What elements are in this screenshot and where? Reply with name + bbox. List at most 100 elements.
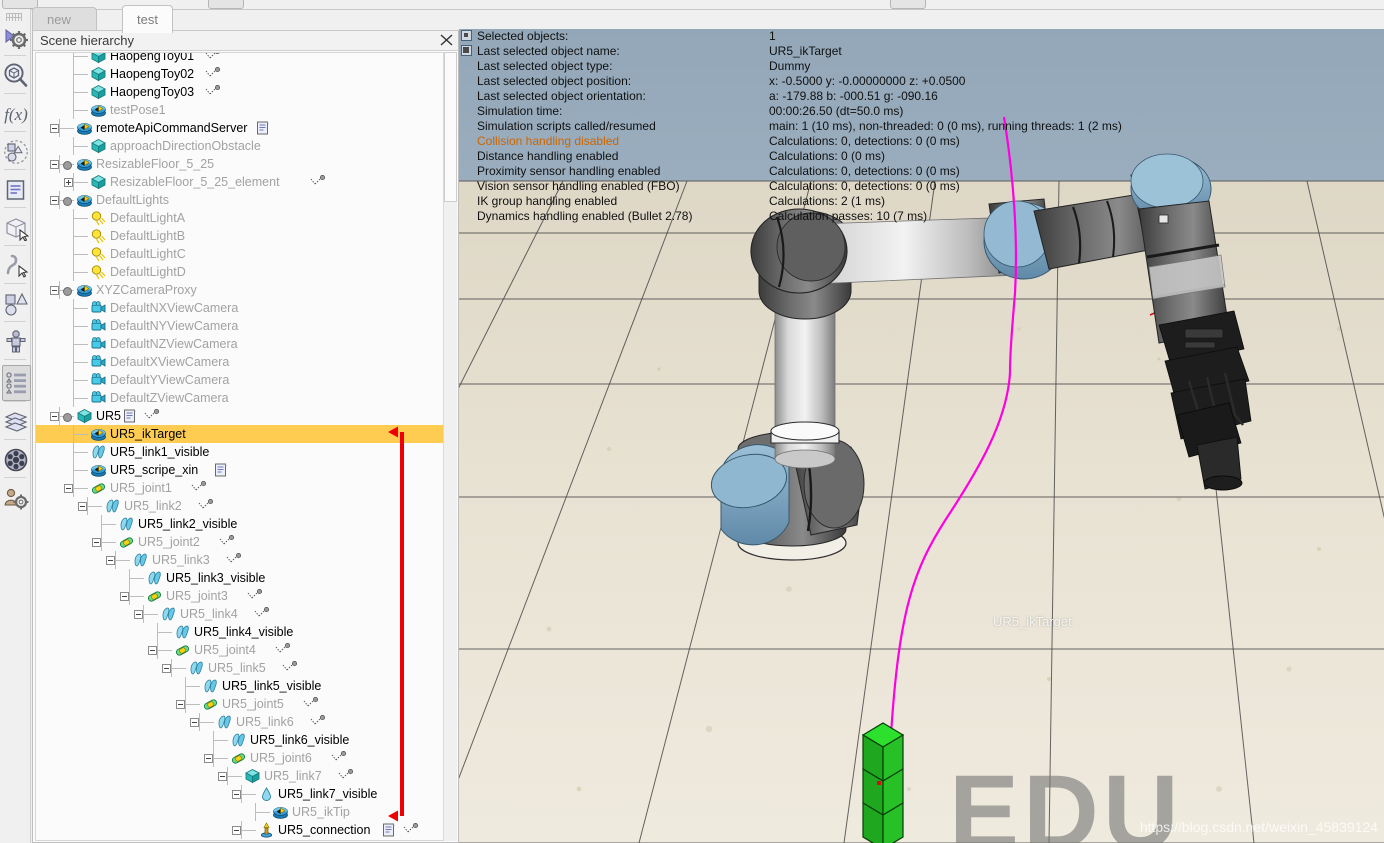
simulation-settings-icon[interactable] <box>2 21 29 55</box>
script-attached-icon[interactable] <box>256 121 270 135</box>
scene-hierarchy-tree-viewport[interactable]: HaopengToy01 HaopengToy02 HaopengToy03 test… <box>35 52 445 841</box>
script-attached-icon[interactable] <box>123 409 137 423</box>
expand-icon[interactable] <box>64 178 73 187</box>
hierarchy-row[interactable]: UR5_connection <box>36 821 444 839</box>
shape-edit-icon[interactable] <box>2 211 29 245</box>
tree-connector-line <box>129 596 144 597</box>
app-window: f(x) new test Scene hierarchy HaopengToy… <box>0 0 1384 843</box>
hierarchy-row[interactable]: UR5_link5_visible <box>36 677 444 695</box>
hierarchy-row[interactable]: DefaultYViewCamera <box>36 371 444 389</box>
hierarchy-row[interactable]: DefaultLightC <box>36 245 444 263</box>
hierarchy-row[interactable]: UR5_joint5 <box>36 695 444 713</box>
hierarchy-row[interactable]: UR5_scripe_xin <box>36 461 444 479</box>
collapse-icon[interactable] <box>92 538 101 547</box>
hierarchy-row[interactable]: UR5_joint4 <box>36 641 444 659</box>
hierarchy-row[interactable]: HaopengToy03 <box>36 83 444 101</box>
model-browser-icon[interactable] <box>2 325 29 359</box>
hierarchy-row[interactable]: HaopengToy01 <box>36 53 444 65</box>
collapse-icon[interactable] <box>232 826 241 835</box>
hierarchy-row[interactable]: ResizableFloor_5_25_element <box>36 173 444 191</box>
primitive-shapes-icon[interactable] <box>2 287 29 321</box>
collapse-icon[interactable] <box>176 700 185 709</box>
collapse-icon[interactable] <box>134 610 143 619</box>
info-row-key: Collision handling disabled <box>477 134 620 148</box>
path-edit-icon[interactable] <box>2 249 29 283</box>
hierarchy-row[interactable]: UR5_joint1 <box>36 479 444 497</box>
hierarchy-row[interactable]: UR5_link6_visible <box>36 731 444 749</box>
hierarchy-item-label: UR5_link2 <box>124 499 182 513</box>
hierarchy-row[interactable]: HaopengToy02 <box>36 65 444 83</box>
hierarchy-row[interactable]: UR5_joint3 <box>36 587 444 605</box>
collapse-icon[interactable] <box>50 160 59 169</box>
user-settings-icon[interactable] <box>2 481 29 515</box>
tree-connector-line <box>73 92 88 93</box>
close-icon[interactable] <box>438 32 455 48</box>
scripts-icon[interactable] <box>2 173 29 207</box>
collapse-icon[interactable] <box>50 196 59 205</box>
collapse-icon[interactable] <box>120 592 129 601</box>
collapse-icon[interactable] <box>218 772 227 781</box>
collapse-icon[interactable] <box>50 286 59 295</box>
hierarchy-row[interactable]: XYZCameraProxy <box>36 281 444 299</box>
collapse-icon[interactable] <box>232 790 241 799</box>
mesh-icon <box>146 570 163 586</box>
hierarchy-row[interactable]: UR5_link1_visible <box>36 443 444 461</box>
info-row: Last selected object position: x: -0.5000… <box>459 74 1384 89</box>
collapse-icon[interactable] <box>148 646 157 655</box>
collapse-icon[interactable] <box>78 502 87 511</box>
hierarchy-row[interactable]: UR5_joint2 <box>36 533 444 551</box>
hierarchy-row-selected[interactable]: UR5_ikTarget <box>36 425 444 443</box>
collapse-icon[interactable] <box>64 484 73 493</box>
toolbar-separator <box>4 439 26 440</box>
hierarchy-row[interactable]: DefaultXViewCamera <box>36 353 444 371</box>
script-attached-icon[interactable] <box>214 463 228 477</box>
hierarchy-row[interactable]: DefaultLightD <box>36 263 444 281</box>
hierarchy-row[interactable]: UR5_link5 <box>36 659 444 677</box>
object-scene-properties-icon[interactable] <box>2 59 29 93</box>
collapse-icon[interactable] <box>190 718 199 727</box>
hierarchy-row[interactable]: DefaultLightA <box>36 209 444 227</box>
hierarchy-row[interactable]: DefaultLights <box>36 191 444 209</box>
hierarchy-row[interactable]: UR5 <box>36 407 444 425</box>
hierarchy-row[interactable]: DefaultZViewCamera <box>36 389 444 407</box>
hierarchy-row[interactable]: UR5_joint6 <box>36 749 444 767</box>
collapse-icon[interactable] <box>50 412 59 421</box>
hierarchy-row[interactable]: UR5_ikTip <box>36 803 444 821</box>
toolbar-button-stub-2[interactable] <box>208 0 244 9</box>
hierarchy-row[interactable]: remoteApiCommandServer <box>36 119 444 137</box>
scene-tab-new-scene[interactable]: new scene <box>32 7 97 51</box>
hierarchy-row[interactable]: DefaultNZViewCamera <box>36 335 444 353</box>
video-recorder-icon[interactable] <box>2 443 29 477</box>
hierarchy-row[interactable]: UR5_link2 <box>36 497 444 515</box>
collections-icon[interactable] <box>2 135 29 169</box>
collapse-icon[interactable] <box>162 664 171 673</box>
hierarchy-row[interactable]: UR5_link3_visible <box>36 569 444 587</box>
hierarchy-row[interactable]: ResizableFloor_5_25 <box>36 155 444 173</box>
toolbar-grip[interactable] <box>6 13 22 21</box>
hierarchy-row[interactable]: UR5_link4 <box>36 605 444 623</box>
hierarchy-row[interactable]: UR5_link2_visible <box>36 515 444 533</box>
collapse-icon[interactable] <box>50 124 59 133</box>
calculation-modules-icon[interactable]: f(x) <box>2 97 29 131</box>
hierarchy-scrollbar[interactable] <box>443 52 457 841</box>
collapse-icon[interactable] <box>106 556 115 565</box>
layers-icon[interactable] <box>2 405 29 439</box>
collapse-icon[interactable] <box>204 754 213 763</box>
toolbar-button-stub-3[interactable] <box>890 0 926 9</box>
hierarchy-row[interactable]: testPose1 <box>36 101 444 119</box>
toolbar-separator <box>4 283 26 284</box>
script-attached-icon[interactable] <box>382 823 396 837</box>
hierarchy-row[interactable]: UR5_link3 <box>36 551 444 569</box>
scene-hierarchy-icon[interactable] <box>2 365 31 401</box>
hierarchy-row[interactable]: DefaultNXViewCamera <box>36 299 444 317</box>
hierarchy-row[interactable]: approachDirectionObstacle <box>36 137 444 155</box>
scene-3d-viewport[interactable]: UR5_ikTarget Selected objects: 1 Last sele… <box>459 29 1384 843</box>
hierarchy-row[interactable]: DefaultLightB <box>36 227 444 245</box>
hierarchy-row[interactable]: UR5_link7 <box>36 767 444 785</box>
hierarchy-row[interactable]: UR5_link4_visible <box>36 623 444 641</box>
scene-tab-test[interactable]: test <box>122 5 173 33</box>
hierarchy-scrollbar-thumb[interactable] <box>444 52 457 202</box>
hierarchy-row[interactable]: UR5_link7_visible <box>36 785 444 803</box>
hierarchy-row[interactable]: DefaultNYViewCamera <box>36 317 444 335</box>
hierarchy-row[interactable]: UR5_link6 <box>36 713 444 731</box>
